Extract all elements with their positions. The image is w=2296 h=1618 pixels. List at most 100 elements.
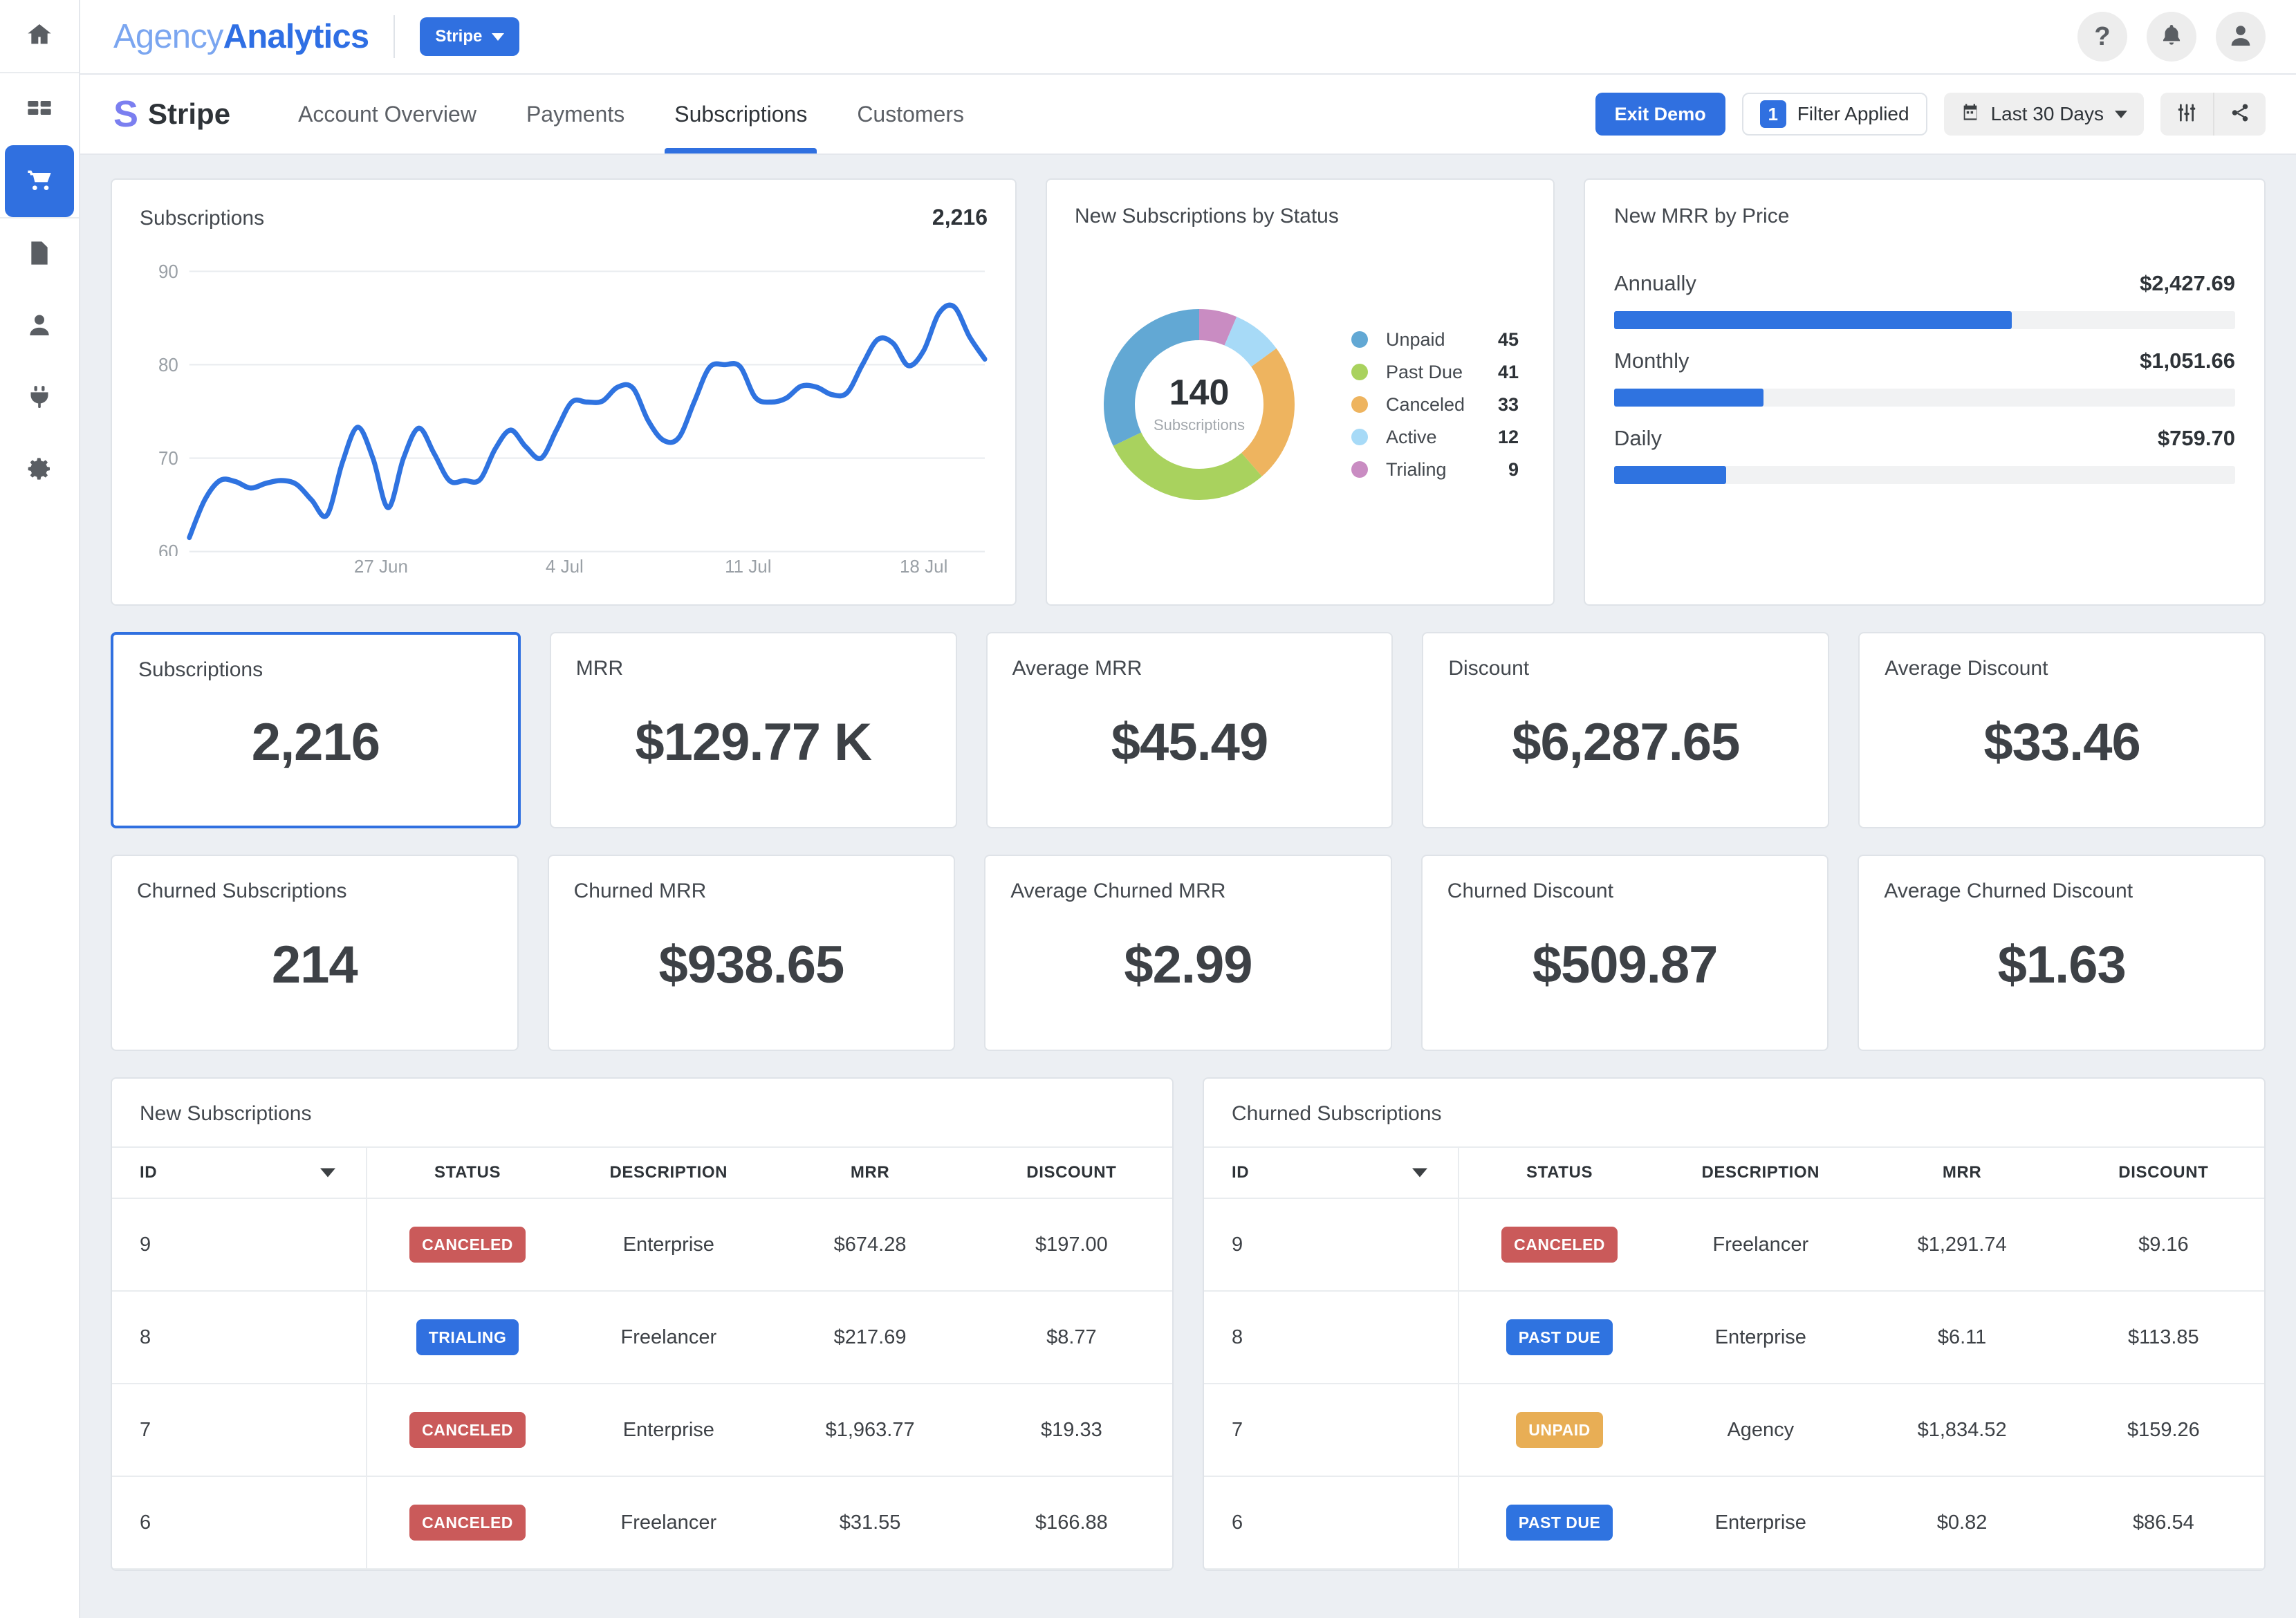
donut-center-label: Subscriptions — [1153, 416, 1246, 434]
column-header-description[interactable]: DESCRIPTION — [1660, 1146, 1862, 1199]
mrr-progress-fill — [1614, 311, 2012, 329]
table-row[interactable]: 9 CANCELED Freelancer $1,291.74 $9.16 — [1204, 1198, 2264, 1292]
kpi-card-churned-subscriptions[interactable]: Churned Subscriptions 214 — [111, 855, 519, 1051]
tables-row: New Subscriptions ID STATUS DESCRIPTION … — [111, 1077, 2266, 1571]
account-selector[interactable]: Stripe — [420, 17, 520, 56]
kpi-card-average-discount[interactable]: Average Discount $33.46 — [1858, 632, 2266, 828]
new-subscriptions-table-card: New Subscriptions ID STATUS DESCRIPTION … — [111, 1077, 1174, 1571]
dashboard-grid-icon — [26, 94, 53, 125]
subscriptions-chart-header: Subscriptions 2,216 — [140, 205, 988, 230]
table-row[interactable]: 6 CANCELED Freelancer $31.55 $166.88 — [112, 1476, 1172, 1570]
column-header-discount[interactable]: DISCOUNT — [970, 1146, 1172, 1199]
column-header-mrr[interactable]: MRR — [1861, 1146, 2063, 1199]
legend-color-swatch — [1351, 461, 1368, 478]
cell-mrr: $1,834.52 — [1861, 1384, 2063, 1477]
mrr-progress-track — [1614, 466, 2235, 484]
filter-applied-button[interactable]: 1 Filter Applied — [1741, 93, 1927, 136]
integrations-button[interactable] — [5, 362, 74, 434]
top-widgets-row: Subscriptions 2,216 60 70 80 90 27 Jun 4 Ju… — [111, 178, 2266, 606]
kpi-value: $6,287.65 — [1512, 712, 1740, 772]
legend-item-unpaid[interactable]: Unpaid 45 — [1351, 324, 1519, 356]
plug-icon — [26, 383, 53, 414]
kpi-card-discount[interactable]: Discount $6,287.65 — [1422, 632, 1830, 828]
churned-subscriptions-table-body: 9 CANCELED Freelancer $1,291.74 $9.16 8 … — [1204, 1198, 2264, 1570]
column-header-id[interactable]: ID — [112, 1146, 367, 1199]
cell-description: Agency — [1660, 1384, 1862, 1477]
avatar[interactable] — [2216, 12, 2266, 62]
table-row[interactable]: 6 PAST DUE Enterprise $0.82 $86.54 — [1204, 1476, 2264, 1570]
share-button[interactable] — [2213, 93, 2266, 136]
table-row[interactable]: 7 UNPAID Agency $1,834.52 $159.26 — [1204, 1384, 2264, 1477]
rail-group-middle — [0, 73, 79, 218]
sidebar-item-ecommerce[interactable] — [5, 145, 74, 217]
x-tick-label: 4 Jul — [545, 556, 584, 577]
kpi-card-mrr[interactable]: MRR $129.77 K — [549, 632, 957, 828]
kpi-card-churned-discount[interactable]: Churned Discount $509.87 — [1420, 855, 1829, 1051]
dashboard-content: Subscriptions 2,216 60 70 80 90 27 Jun 4 Ju… — [80, 155, 2296, 1618]
column-header-mrr[interactable]: MRR — [769, 1146, 971, 1199]
kpi-label: Discount — [1448, 657, 1530, 680]
table-row[interactable]: 7 CANCELED Enterprise $1,963.77 $19.33 — [112, 1384, 1172, 1477]
home-icon-button[interactable] — [5, 0, 74, 72]
kpi-card-average-churned-mrr[interactable]: Average Churned MRR $2.99 — [984, 855, 1392, 1051]
kpi-label: Average MRR — [1012, 657, 1142, 680]
column-header-id[interactable]: ID — [1204, 1146, 1459, 1199]
dashboard-grid-button[interactable] — [5, 73, 74, 145]
column-header-status[interactable]: STATUS — [366, 1146, 568, 1199]
kpi-row-churned: Churned Subscriptions 214 Churned MRR $9… — [111, 855, 2266, 1051]
users-button[interactable] — [5, 290, 74, 362]
help-button[interactable]: ? — [2077, 12, 2127, 62]
logo-part-agency: Agency — [113, 18, 223, 55]
column-header-status[interactable]: STATUS — [1458, 1146, 1660, 1199]
sort-descending-icon — [320, 1168, 335, 1178]
status-badge: TRIALING — [416, 1319, 519, 1355]
status-badge: CANCELED — [409, 1412, 526, 1448]
mrr-panel-title: New MRR by Price — [1614, 205, 1790, 227]
nav-actions: Exit Demo 1 Filter Applied Last 30 Days — [1595, 75, 2266, 154]
legend-item-trialing[interactable]: Trialing 9 — [1351, 454, 1519, 486]
app-logo[interactable]: AgencyAnalytics — [113, 17, 369, 56]
column-settings-button[interactable] — [2160, 93, 2213, 136]
cart-icon — [26, 166, 53, 197]
legend-item-past-due[interactable]: Past Due 41 — [1351, 356, 1519, 389]
column-header-description[interactable]: DESCRIPTION — [568, 1146, 770, 1199]
kpi-label: Average Discount — [1885, 657, 2048, 680]
mrr-progress-track — [1614, 389, 2235, 407]
legend-value: 33 — [1497, 393, 1519, 415]
kpi-card-churned-mrr[interactable]: Churned MRR $938.65 — [547, 855, 956, 1051]
kpi-value: $45.49 — [1111, 712, 1268, 772]
gear-icon — [26, 455, 53, 486]
tab-account-overview[interactable]: Account Overview — [273, 75, 501, 154]
exit-demo-button[interactable]: Exit Demo — [1595, 93, 1725, 136]
main-column: AgencyAnalytics Stripe ? S Stripe Accoun… — [80, 0, 2296, 1618]
cell-id: 7 — [112, 1384, 367, 1477]
help-icon: ? — [2094, 21, 2111, 51]
column-header-discount[interactable]: DISCOUNT — [2062, 1146, 2264, 1199]
notifications-button[interactable] — [2147, 12, 2196, 62]
legend-label: Unpaid — [1386, 328, 1445, 350]
kpi-card-average-churned-discount[interactable]: Average Churned Discount $1.63 — [1858, 855, 2266, 1051]
cell-id: 8 — [112, 1291, 367, 1384]
settings-button[interactable] — [5, 434, 74, 506]
legend-item-canceled[interactable]: Canceled 33 — [1351, 389, 1519, 421]
left-nav-rail — [0, 0, 80, 1618]
legend-item-active[interactable]: Active 12 — [1351, 421, 1519, 454]
table-row[interactable]: 9 CANCELED Enterprise $674.28 $197.00 — [112, 1198, 1172, 1292]
tab-customers[interactable]: Customers — [832, 75, 989, 154]
date-range-picker[interactable]: Last 30 Days — [1943, 93, 2144, 136]
table-row[interactable]: 8 TRIALING Freelancer $217.69 $8.77 — [112, 1291, 1172, 1384]
cell-status: CANCELED — [366, 1476, 568, 1570]
mrr-progress-fill — [1614, 466, 1726, 484]
status-badge: CANCELED — [409, 1505, 526, 1541]
cell-mrr: $674.28 — [769, 1198, 971, 1292]
table-header-row: ID STATUS DESCRIPTION MRR DISCOUNT — [112, 1146, 1172, 1199]
kpi-card-subscriptions[interactable]: Subscriptions 2,216 — [111, 632, 521, 828]
tab-payments[interactable]: Payments — [501, 75, 649, 154]
tab-subscriptions[interactable]: Subscriptions — [649, 75, 832, 154]
reports-button[interactable] — [5, 218, 74, 290]
new-subscriptions-table-body: 9 CANCELED Enterprise $674.28 $197.00 8 … — [112, 1198, 1172, 1570]
table-row[interactable]: 8 PAST DUE Enterprise $6.11 $113.85 — [1204, 1291, 2264, 1384]
kpi-card-average-mrr[interactable]: Average MRR $45.49 — [985, 632, 1394, 828]
brand-bar: AgencyAnalytics Stripe ? — [80, 0, 2296, 75]
